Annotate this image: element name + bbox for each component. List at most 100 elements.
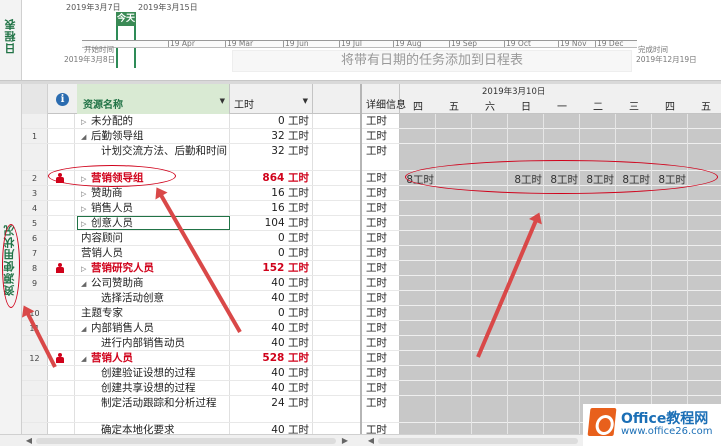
watermark-logo: Office教程网 www.office26.com: [583, 404, 721, 446]
work-cell[interactable]: 104 工时: [230, 216, 313, 230]
table-row[interactable]: 12 ◢ 营销人员 528 工时: [22, 351, 360, 366]
row-number[interactable]: 3: [22, 186, 48, 200]
work-cell[interactable]: 32 工时: [230, 129, 313, 143]
table-row[interactable]: 创建验证设想的过程 40 工时: [22, 366, 360, 381]
day-label: 日: [521, 102, 531, 113]
row-number[interactable]: 7: [22, 246, 48, 260]
resource-name-cell[interactable]: ◢ 内部销售人员: [77, 321, 230, 335]
day-label: 二: [593, 102, 603, 113]
resource-grid: i 资源名称 ▼ 工时 ▼ ▷ 未分配的 0 工时 1 ◢ 后勤领导组 32 工时 计划交流方…: [22, 84, 362, 434]
timeline-add-hint[interactable]: 将带有日期的任务添加到日程表: [232, 50, 632, 72]
table-row[interactable]: 4 ▷ 销售人员 16 工时: [22, 201, 360, 216]
resource-name-cell[interactable]: 选择活动创意: [77, 291, 230, 305]
table-row[interactable]: 1 ◢ 后勤领导组 32 工时: [22, 129, 360, 144]
resource-name-cell[interactable]: ◢ 营销人员: [77, 351, 230, 365]
work-cell[interactable]: 40 工时: [230, 276, 313, 290]
resource-name-cell[interactable]: 进行内部销售动员: [77, 336, 230, 350]
table-row[interactable]: 3 ▷ 赞助商 16 工时: [22, 186, 360, 201]
day-column: [688, 114, 721, 434]
filter-dropdown-icon[interactable]: ▼: [303, 97, 308, 105]
expand-icon[interactable]: ▷: [81, 218, 91, 230]
resource-name-cell[interactable]: 制定活动跟踪和分析过程: [77, 396, 230, 422]
row-number[interactable]: 1: [22, 129, 48, 143]
work-cell[interactable]: 864 工时: [230, 171, 313, 185]
day-label: 三: [629, 102, 639, 113]
work-cell[interactable]: 40 工时: [230, 423, 313, 434]
resource-name-cell[interactable]: 确定本地化要求: [77, 423, 230, 434]
timeline-bar[interactable]: 19 Apr 19 Mar 19 Jun 19 Jul 19 Aug 19 Se…: [82, 39, 637, 48]
expand-icon[interactable]: ▷: [81, 116, 91, 128]
table-row[interactable]: 6 内容顾问 0 工时: [22, 231, 360, 246]
collapse-icon[interactable]: ◢: [81, 278, 91, 290]
row-number[interactable]: 6: [22, 231, 48, 245]
resource-name-cell[interactable]: 主题专家: [77, 306, 230, 320]
row-number[interactable]: [22, 114, 48, 128]
resource-name: 创意人员: [91, 217, 133, 229]
usage-scroll-thumb[interactable]: [378, 438, 578, 444]
collapse-icon[interactable]: ◢: [81, 353, 91, 365]
column-header-name[interactable]: 资源名称 ▼: [77, 84, 230, 114]
scroll-right-icon[interactable]: ▶: [340, 436, 350, 446]
work-cell[interactable]: 0 工时: [230, 231, 313, 245]
expand-icon[interactable]: ▷: [81, 188, 91, 200]
resource-name-cell[interactable]: ▷ 销售人员: [77, 201, 230, 215]
table-row[interactable]: 10 主题专家 0 工时: [22, 306, 360, 321]
work-cell[interactable]: 32 工时: [230, 144, 313, 170]
work-cell[interactable]: 0 工时: [230, 306, 313, 320]
indicator-cell: [48, 114, 75, 128]
row-number[interactable]: 8: [22, 261, 48, 275]
row-number[interactable]: 4: [22, 201, 48, 215]
resource-name-cell[interactable]: ▷ 创意人员: [77, 216, 230, 230]
row-number[interactable]: [22, 423, 48, 434]
work-cell[interactable]: 40 工时: [230, 336, 313, 350]
table-row[interactable]: 选择活动创意 40 工时: [22, 291, 360, 306]
table-row[interactable]: 5 ▷ 创意人员 104 工时: [22, 216, 360, 231]
row-number[interactable]: [22, 144, 48, 170]
row-number[interactable]: 5: [22, 216, 48, 230]
row-number[interactable]: 12: [22, 351, 48, 365]
info-icon[interactable]: i: [56, 93, 69, 106]
table-row[interactable]: 确定本地化要求 40 工时: [22, 423, 360, 434]
work-cell[interactable]: 16 工时: [230, 201, 313, 215]
collapse-icon[interactable]: ◢: [81, 323, 91, 335]
work-cell[interactable]: 24 工时: [230, 396, 313, 422]
table-row[interactable]: 8 ▷ 营销研究人员 152 工时: [22, 261, 360, 276]
table-row[interactable]: 9 ◢ 公司赞助商 40 工时: [22, 276, 360, 291]
table-row[interactable]: 11◢内部销售人员40 工时: [22, 321, 360, 336]
resource-name-cell[interactable]: ▷ 未分配的: [77, 114, 230, 128]
expand-icon[interactable]: ▷: [81, 203, 91, 215]
table-row[interactable]: 制定活动跟踪和分析过程 24 工时: [22, 396, 360, 423]
work-cell[interactable]: 40 工时: [230, 366, 313, 380]
collapse-icon[interactable]: ◢: [81, 131, 91, 143]
row-number[interactable]: 9: [22, 276, 48, 290]
row-number[interactable]: [22, 396, 48, 422]
resource-name-cell[interactable]: 营销人员: [77, 246, 230, 260]
grid-scroll-thumb[interactable]: [36, 438, 336, 444]
table-row[interactable]: 进行内部销售动员 40 工时: [22, 336, 360, 351]
work-cell[interactable]: 40 工时: [230, 291, 313, 305]
row-number[interactable]: 2: [22, 171, 48, 185]
resource-name-cell[interactable]: ◢ 后勤领导组: [77, 129, 230, 143]
resource-name-cell[interactable]: 内容顾问: [77, 231, 230, 245]
scroll-left-icon[interactable]: ◀: [24, 436, 34, 446]
timeline-top-date-left: 2019年3月7日: [66, 3, 121, 12]
resource-name-cell[interactable]: 创建共享设想的过程: [77, 381, 230, 395]
column-header-work[interactable]: 工时 ▼: [230, 84, 313, 114]
table-row[interactable]: 创建共享设想的过程 40 工时: [22, 381, 360, 396]
row-number[interactable]: [22, 381, 48, 395]
column-header-name-label: 资源名称: [83, 100, 123, 111]
work-cell[interactable]: 40 工时: [230, 321, 313, 335]
work-cell[interactable]: 152 工时: [230, 261, 313, 275]
work-cell[interactable]: 40 工时: [230, 381, 313, 395]
scroll-left-icon[interactable]: ◀: [366, 436, 376, 446]
work-cell[interactable]: 0 工时: [230, 114, 313, 128]
expand-icon[interactable]: ▷: [81, 263, 91, 275]
resource-name-cell[interactable]: 创建验证设想的过程: [77, 366, 230, 380]
work-cell[interactable]: 528 工时: [230, 351, 313, 365]
table-row[interactable]: ▷ 未分配的 0 工时: [22, 114, 360, 129]
filter-dropdown-icon[interactable]: ▼: [220, 97, 225, 105]
work-cell[interactable]: 0 工时: [230, 246, 313, 260]
work-cell[interactable]: 16 工时: [230, 186, 313, 200]
timeline-side-tab[interactable]: 日程表: [0, 0, 22, 80]
row-number[interactable]: [22, 366, 48, 380]
